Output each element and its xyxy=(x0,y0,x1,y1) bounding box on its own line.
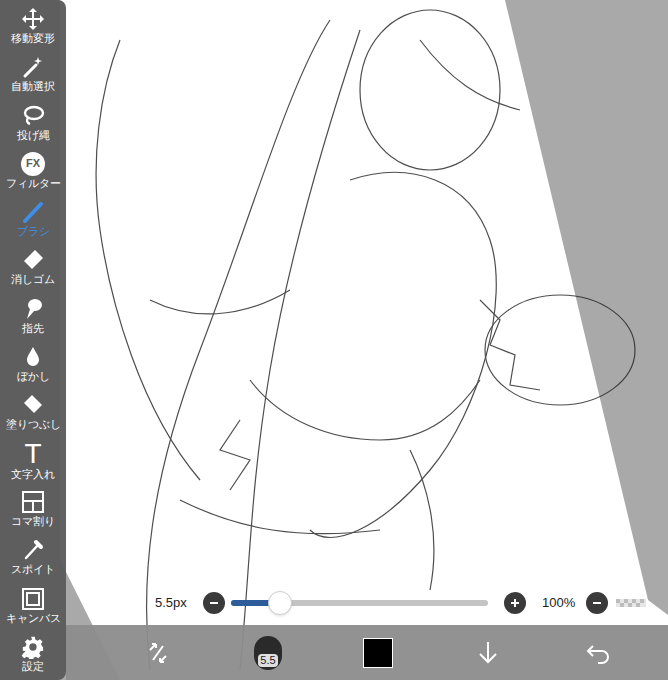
tool-label: 設定 xyxy=(22,660,44,673)
tool-label: 自動選択 xyxy=(11,80,55,93)
tool-label: ぼかし xyxy=(17,370,50,383)
brush-preview-button[interactable]: 5.5 xyxy=(246,636,290,670)
droplet-icon xyxy=(21,345,45,369)
canvas-icon xyxy=(21,587,45,611)
tool-label: 文字入れ xyxy=(11,468,55,481)
tool-label: フィルター xyxy=(6,177,61,190)
move-icon xyxy=(21,7,45,31)
slider-row: 5.5px 100% xyxy=(66,581,668,625)
tool-button[interactable]: 移動変形 xyxy=(0,4,66,48)
tool-label: コマ割り xyxy=(11,515,55,528)
swap-arrows-icon xyxy=(145,640,171,666)
brush-size-reading: 5.5px xyxy=(155,593,203,613)
app: 移動変形自動選択投げ縄 FXフィルターブラシ消しゴム指先ぼかし塗りつぶし T文字入れ… xyxy=(0,0,668,680)
finger-icon xyxy=(21,297,45,321)
frame-divider-icon xyxy=(21,490,45,514)
down-arrow-icon xyxy=(476,640,500,666)
brush-size-minus-button[interactable] xyxy=(203,592,225,614)
brush-icon xyxy=(21,200,45,224)
tool-label: 移動変形 xyxy=(11,32,55,45)
tool-label: 指先 xyxy=(22,322,44,335)
tool-button[interactable]: 塗りつぶし xyxy=(0,390,66,434)
color-button[interactable] xyxy=(356,638,400,668)
magic-wand-icon xyxy=(21,55,45,79)
opacity-checker-icon xyxy=(616,599,646,607)
lasso-icon xyxy=(21,104,45,128)
brush-preview-size: 5.5 xyxy=(258,654,277,667)
tool-label: 消しゴム xyxy=(11,273,55,286)
tool-button[interactable]: キャンバス xyxy=(0,584,66,628)
layout: 移動変形自動選択投げ縄 FXフィルターブラシ消しゴム指先ぼかし塗りつぶし T文字入れ… xyxy=(0,0,668,680)
brush-size-plus-button[interactable] xyxy=(504,592,526,614)
tool-button[interactable]: ブラシ xyxy=(0,197,66,241)
tool-button[interactable]: 投げ縄 xyxy=(0,101,66,145)
tool-label: スポイト xyxy=(11,563,55,576)
swap-button[interactable] xyxy=(136,640,180,666)
slider-thumb[interactable] xyxy=(268,591,292,615)
tool-button[interactable]: 自動選択 xyxy=(0,52,66,96)
fx-icon: FX xyxy=(21,152,45,176)
tool-button[interactable]: スポイト xyxy=(0,535,66,579)
tool-button[interactable]: ぼかし xyxy=(0,342,66,386)
opacity-reading: 100% xyxy=(542,593,582,613)
tool-button[interactable]: 消しゴム xyxy=(0,245,66,289)
eyedropper-icon xyxy=(21,538,45,562)
gear-icon xyxy=(21,635,45,659)
tool-button[interactable]: 設定 xyxy=(0,632,66,676)
eraser-icon xyxy=(21,248,45,272)
minus-icon xyxy=(591,597,603,609)
tool-label: ブラシ xyxy=(17,225,50,238)
text-tool-icon: T xyxy=(21,441,45,467)
drawing-canvas[interactable] xyxy=(0,0,668,680)
tool-button[interactable]: FXフィルター xyxy=(0,149,66,193)
toolbar: 移動変形自動選択投げ縄 FXフィルターブラシ消しゴム指先ぼかし塗りつぶし T文字入れ… xyxy=(0,0,66,680)
tool-button[interactable]: T文字入れ xyxy=(0,439,66,483)
tool-button[interactable]: コマ割り xyxy=(0,487,66,531)
tool-button[interactable]: 指先 xyxy=(0,294,66,338)
layer-down-button[interactable] xyxy=(466,640,510,666)
opacity-minus-button[interactable] xyxy=(586,592,608,614)
undo-button[interactable] xyxy=(576,642,620,664)
paint-bucket-icon xyxy=(21,393,45,417)
tool-label: 塗りつぶし xyxy=(6,418,61,431)
plus-icon xyxy=(509,597,521,609)
main-area: 5.5px 100% 5.5 xyxy=(66,0,668,680)
bottom-bar: 5.5 xyxy=(66,625,668,680)
current-color-swatch xyxy=(363,638,393,668)
tool-label: キャンバス xyxy=(6,612,61,625)
brush-size-slider[interactable] xyxy=(231,600,488,606)
tool-label: 投げ縄 xyxy=(17,129,50,142)
undo-icon xyxy=(585,642,611,664)
minus-icon xyxy=(208,597,220,609)
